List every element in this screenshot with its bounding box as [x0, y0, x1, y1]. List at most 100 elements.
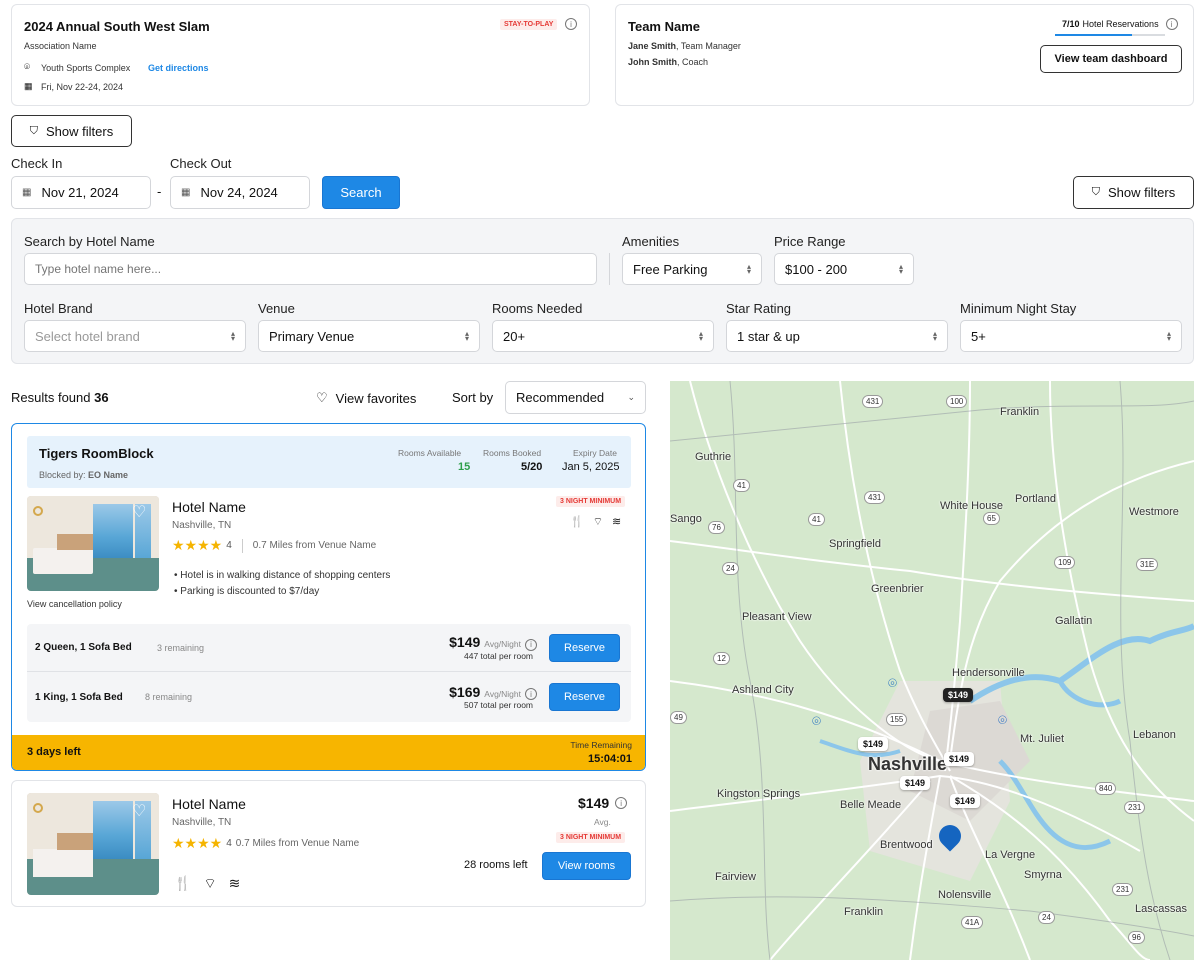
- rooms-needed-select[interactable]: 20+ ▴ ▾: [492, 320, 714, 352]
- hotel-brand-select[interactable]: Select hotel brand ▴ ▾: [24, 320, 246, 352]
- min-night-select[interactable]: 5+ ▴ ▾: [960, 320, 1182, 352]
- map-pin-icon[interactable]: ⌾: [888, 675, 904, 692]
- blocked-by-value: EO Name: [88, 470, 129, 480]
- roomblock-title: Tigers RoomBlock: [39, 446, 154, 461]
- time-remaining-value: 15:04:01: [587, 753, 632, 765]
- hotel-price: $149: [578, 795, 610, 811]
- route-shield: 41: [733, 479, 750, 492]
- show-filters-button[interactable]: ⛉ Show filters: [11, 115, 132, 147]
- filter-icon: ⛉: [29, 124, 39, 137]
- get-directions-link[interactable]: Get directions: [148, 63, 209, 73]
- min-night-value: 5+: [971, 328, 986, 344]
- view-favorites-button[interactable]: ♡ View favorites: [316, 390, 416, 406]
- search-button[interactable]: Search: [322, 176, 400, 209]
- manager-role: , Team Manager: [676, 41, 741, 51]
- rooms-left: 28 rooms left: [464, 859, 528, 871]
- chevron-updown-icon: ▴ ▾: [898, 262, 903, 276]
- map-price-tag[interactable]: $149: [858, 737, 889, 751]
- map-place-label: Springfield: [829, 538, 881, 550]
- blocked-by: Blocked by: EO Name: [39, 470, 128, 480]
- map[interactable]: Franklin Guthrie Portland Westmore Sango Spri…: [670, 381, 1194, 960]
- route-shield: 155: [886, 713, 908, 726]
- bullet-text: Hotel is in walking distance of shopping…: [180, 570, 391, 581]
- sort-value: Recommended: [516, 390, 605, 405]
- route-shield: 431: [864, 491, 886, 504]
- star-rating-label: Star Rating: [726, 301, 792, 316]
- map-place-label: Portland: [1015, 493, 1056, 505]
- map-price-tag[interactable]: $149: [900, 776, 931, 790]
- star-rating-select[interactable]: 1 star & up ▴ ▾: [726, 320, 948, 352]
- route-shield: 12: [713, 652, 730, 665]
- chevron-down-icon: ⌄: [627, 392, 635, 402]
- info-icon[interactable]: i: [525, 688, 537, 701]
- hotel-name-input[interactable]: [24, 253, 597, 285]
- map-place-label: Hendersonville: [952, 667, 1025, 679]
- hotel-card: ♡ Hotel Name Nashville, TN ★★★★ 4 0.7 Mi…: [11, 780, 646, 907]
- route-shield: 231: [1112, 883, 1134, 896]
- association-name: Association Name: [24, 41, 97, 51]
- view-rooms-button[interactable]: View rooms: [542, 852, 631, 880]
- map-place-label: Brentwood: [880, 839, 933, 851]
- team-title: Team Name: [628, 19, 701, 34]
- star-icon: ★★★★: [172, 537, 223, 553]
- map-pin-icon[interactable]: ⌾: [998, 712, 1014, 729]
- map-price-tag[interactable]: $149: [943, 688, 974, 702]
- map-pin-icon[interactable]: ⌾: [812, 713, 828, 730]
- map-place-label: Lascassas: [1135, 903, 1187, 915]
- heart-icon: ♡: [316, 390, 328, 405]
- info-icon[interactable]: i: [565, 18, 577, 30]
- checkout-field[interactable]: ▦ Nov 24, 2024: [170, 176, 310, 209]
- manager-name: Jane Smith: [628, 41, 677, 51]
- venue-label: Venue: [258, 301, 295, 316]
- rating-value: 4: [226, 540, 232, 551]
- show-filters-label: Show filters: [1108, 185, 1176, 200]
- room-options: 2 Queen, 1 Sofa Bed 3 remaining $149 Avg…: [27, 624, 631, 722]
- event-title: 2024 Annual South West Slam: [24, 19, 210, 34]
- venue-value: Primary Venue: [269, 328, 355, 344]
- amenities-select[interactable]: Free Parking ▴ ▾: [622, 253, 762, 285]
- chevron-updown-icon: ▴ ▾: [464, 329, 469, 343]
- checkout-label: Check Out: [170, 156, 232, 171]
- heart-icon[interactable]: ♡: [132, 801, 146, 821]
- show-filters-button-right[interactable]: ⛉ Show filters: [1073, 176, 1194, 209]
- map-place-label: White House: [940, 500, 1003, 512]
- view-team-dashboard-button[interactable]: View team dashboard: [1040, 45, 1182, 73]
- route-shield: 49: [670, 711, 687, 724]
- map-place-label: La Vergne: [985, 849, 1036, 861]
- event-dates: Fri, Nov 22-24, 2024: [41, 82, 124, 92]
- info-icon[interactable]: i: [525, 638, 537, 651]
- bullet-item: • Hotel is in walking distance of shoppi…: [174, 570, 391, 581]
- restaurant-icon: 🍴: [570, 516, 584, 528]
- heart-icon[interactable]: ♡: [132, 502, 146, 522]
- room-option: 1 King, 1 Sofa Bed 8 remaining $169 Avg/…: [27, 673, 631, 721]
- team-coach: John Smith, Coach: [628, 57, 708, 67]
- filter-panel: Search by Hotel Name Amenities Free Park…: [11, 218, 1194, 364]
- results-number: 36: [94, 390, 109, 405]
- price-range-select[interactable]: $100 - 200 ▴ ▾: [774, 253, 914, 285]
- route-shield: 24: [722, 562, 739, 575]
- price-range-value: $100 - 200: [785, 261, 848, 277]
- hotel-name[interactable]: Hotel Name: [172, 499, 246, 515]
- divider: [241, 538, 243, 553]
- chevron-updown-icon: ▴ ▾: [932, 329, 937, 343]
- venue-select[interactable]: Primary Venue ▴ ▾: [258, 320, 480, 352]
- map-price-tag[interactable]: $149: [944, 752, 975, 766]
- info-icon[interactable]: i: [615, 797, 628, 809]
- reserve-button[interactable]: Reserve: [549, 683, 620, 711]
- reserve-button[interactable]: Reserve: [549, 633, 620, 662]
- hotel-name[interactable]: Hotel Name: [172, 796, 246, 812]
- map-place-label: Smyrna: [1024, 869, 1062, 881]
- expiry-date-label: Expiry Date: [573, 448, 617, 458]
- min-night-label: Minimum Night Stay: [960, 301, 1077, 316]
- route-shield: 100: [946, 395, 968, 408]
- sort-label: Sort by: [452, 390, 494, 405]
- pool-icon: ≋: [228, 875, 241, 891]
- sort-select[interactable]: Recommended ⌄: [505, 381, 646, 414]
- cancellation-policy-link[interactable]: View cancellation policy: [27, 599, 122, 609]
- checkin-field[interactable]: ▦ Nov 21, 2024: [11, 176, 151, 209]
- info-icon[interactable]: i: [1165, 18, 1178, 30]
- map-place-label: Kingston Springs: [717, 788, 801, 800]
- days-left: 3 days left: [27, 746, 81, 758]
- map-place-label: Mt. Juliet: [1020, 733, 1065, 745]
- map-price-tag[interactable]: $149: [950, 794, 981, 808]
